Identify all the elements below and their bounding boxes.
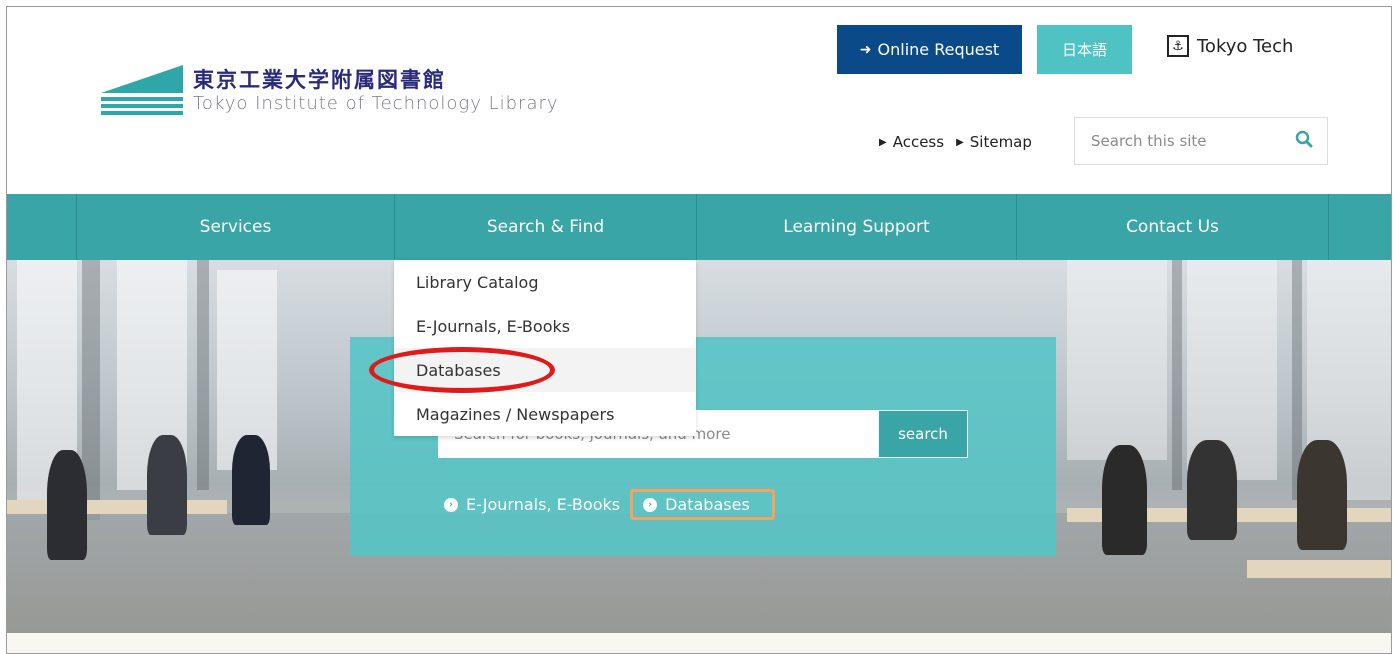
nav-learning-support-label: Learning Support (783, 217, 930, 237)
utility-links: ▶ Access ▶ Sitemap (879, 133, 1032, 151)
dropdown-item-label: Databases (416, 360, 501, 380)
nav-contact-us-label: Contact Us (1126, 217, 1219, 237)
dropdown-item-databases[interactable]: Databases (394, 348, 696, 392)
dropdown-item-magazines-newspapers[interactable]: Magazines / Newspapers (394, 392, 696, 436)
access-label: Access (892, 133, 945, 151)
hero-link-ejournals[interactable]: › E-Journals, E-Books (436, 489, 628, 520)
logo-english-title: Tokyo Institute of Technology Library (193, 93, 559, 114)
catalog-search-button-label: search (898, 425, 948, 443)
triangle-right-icon: ▶ (956, 136, 964, 148)
hero-link-databases[interactable]: › Databases (630, 489, 775, 520)
page-frame: 東京工業大学附属図書館 Tokyo Institute of Technolog… (6, 6, 1392, 654)
search-find-dropdown: Library Catalog E-Journals, E-Books Data… (394, 260, 696, 436)
hero-quick-links: › E-Journals, E-Books › Databases (436, 489, 775, 520)
hero-link-ejournals-label: E-Journals, E-Books (466, 495, 621, 514)
dropdown-item-ejournals-ebooks[interactable]: E-Journals, E-Books (394, 304, 696, 348)
online-request-button[interactable]: ➜ Online Request (837, 25, 1022, 74)
bottom-strip (7, 633, 1391, 653)
chevron-circle-right-icon: › (643, 497, 658, 512)
sitemap-link[interactable]: ▶ Sitemap (956, 133, 1032, 151)
logo-mark-icon (97, 63, 183, 123)
main-navigation: Services Search & Find Learning Support … (7, 194, 1391, 260)
catalog-search-button[interactable]: search (878, 410, 968, 458)
dropdown-item-library-catalog[interactable]: Library Catalog (394, 260, 696, 304)
site-search-input[interactable] (1089, 131, 1283, 151)
hero-banner: search › E-Journals, E-Books › Databases (7, 260, 1391, 633)
japanese-language-button[interactable]: 日本語 (1037, 25, 1132, 74)
site-search-box (1074, 117, 1328, 165)
nav-services[interactable]: Services (76, 194, 394, 260)
japanese-language-label: 日本語 (1061, 41, 1107, 59)
dropdown-item-label: Magazines / Newspapers (416, 404, 615, 424)
nav-search-find-label: Search & Find (486, 217, 605, 237)
triangle-right-icon: ▶ (879, 136, 887, 148)
dropdown-item-label: E-Journals, E-Books (416, 316, 571, 336)
access-link[interactable]: ▶ Access (879, 133, 944, 151)
online-request-label: Online Request (877, 40, 1000, 59)
hero-link-databases-label: Databases (665, 495, 750, 514)
nav-search-find[interactable]: Search & Find (394, 194, 696, 260)
sign-in-icon: ➜ (859, 41, 872, 58)
nav-services-label: Services (199, 217, 272, 237)
tokyo-tech-link[interactable]: ⚓ Tokyo Tech (1167, 35, 1293, 57)
nav-learning-support[interactable]: Learning Support (696, 194, 1016, 260)
sitemap-label: Sitemap (969, 133, 1032, 151)
library-logo[interactable]: 東京工業大学附属図書館 Tokyo Institute of Technolog… (97, 63, 559, 123)
logo-japanese-title: 東京工業大学附属図書館 (193, 68, 446, 92)
dropdown-item-label: Library Catalog (416, 272, 539, 292)
chevron-circle-right-icon: › (444, 497, 458, 512)
tokyo-tech-logo-icon: ⚓ (1167, 35, 1189, 57)
search-icon[interactable] (1295, 130, 1313, 152)
nav-contact-us[interactable]: Contact Us (1016, 194, 1329, 260)
tokyo-tech-label: Tokyo Tech (1197, 35, 1294, 57)
